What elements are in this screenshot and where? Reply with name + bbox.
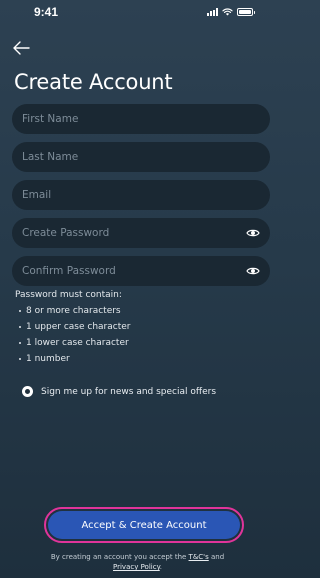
first-name-input[interactable] (22, 113, 260, 125)
legal-suffix: . (159, 563, 162, 571)
password-requirements-list: 8 or more characters 1 upper case charac… (15, 303, 130, 367)
password-rule-item: 1 number (15, 351, 130, 367)
legal-notice: By creating an account you accept the T&… (0, 552, 275, 572)
password-rule-item: 1 upper case character (15, 319, 130, 335)
password-rule-item: 8 or more characters (15, 303, 130, 319)
newsletter-optin-label: Sign me up for news and special offers (41, 386, 217, 397)
legal-and: and (210, 553, 225, 561)
confirm-password-input[interactable] (22, 265, 246, 277)
first-name-field[interactable] (12, 104, 270, 134)
wifi-icon (222, 8, 233, 16)
status-icons (207, 8, 255, 16)
last-name-field[interactable] (12, 142, 270, 172)
password-requirements: Password must contain: 8 or more charact… (15, 290, 130, 367)
email-field[interactable] (12, 180, 270, 210)
signal-icon (207, 8, 218, 16)
newsletter-radio[interactable] (22, 386, 33, 397)
newsletter-optin[interactable]: Sign me up for news and special offers (22, 386, 216, 397)
accept-create-account-button[interactable]: Accept & Create Account (48, 511, 240, 539)
show-password-eye-icon[interactable] (246, 228, 260, 238)
email-input[interactable] (22, 189, 260, 201)
back-arrow-icon[interactable] (12, 40, 30, 56)
confirm-password-field[interactable] (12, 256, 270, 286)
last-name-input[interactable] (22, 151, 260, 163)
password-requirements-title: Password must contain: (15, 290, 122, 300)
battery-icon (237, 8, 255, 16)
page-title: Create Account (14, 70, 173, 94)
create-password-field[interactable] (12, 218, 270, 248)
show-confirm-password-eye-icon[interactable] (246, 266, 260, 276)
legal-prefix: By creating an account you accept the (50, 553, 187, 561)
privacy-policy-link[interactable]: Privacy Policy (113, 563, 160, 571)
password-rule-item: 1 lower case character (15, 335, 130, 351)
terms-link[interactable]: T&C's (189, 553, 209, 561)
create-account-button-focus-ring: Accept & Create Account (44, 507, 244, 543)
create-password-input[interactable] (22, 227, 246, 239)
status-bar: 9:41 (0, 0, 275, 26)
status-time: 9:41 (34, 5, 59, 19)
